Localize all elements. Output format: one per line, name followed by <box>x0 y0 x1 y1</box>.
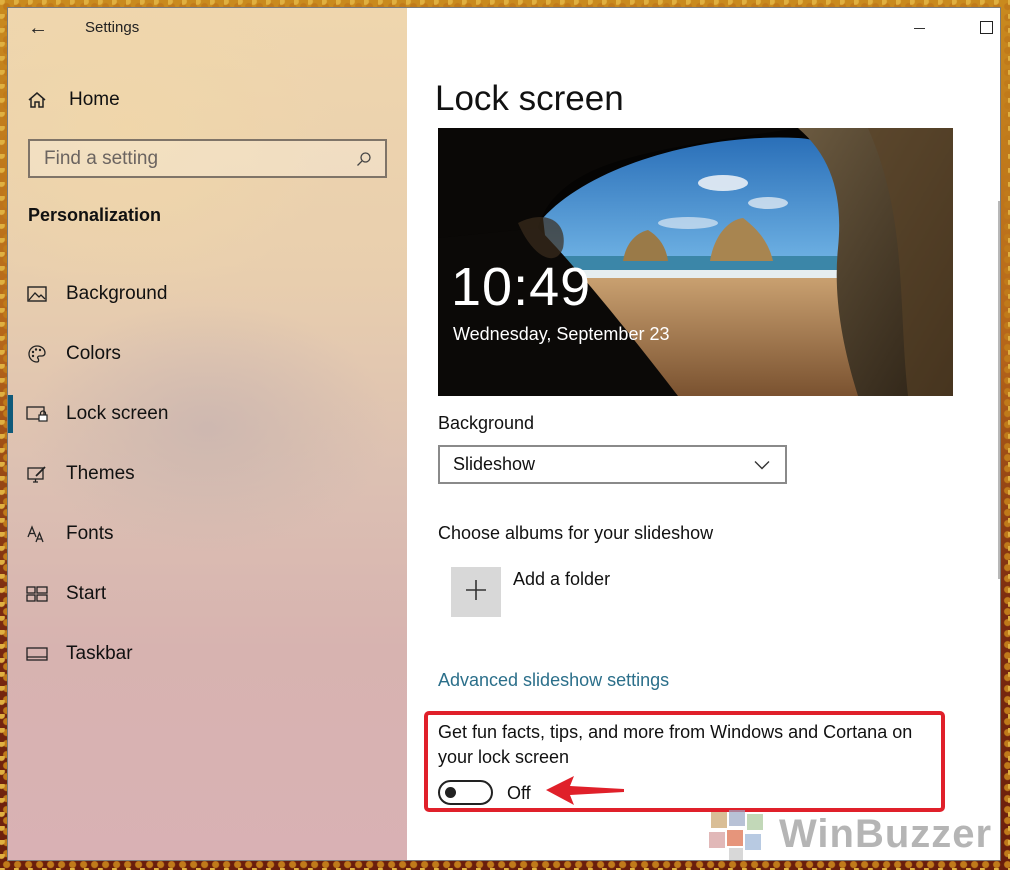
home-label: Home <box>69 89 120 110</box>
home-nav-item[interactable]: Home <box>26 86 120 114</box>
main-content: Lock screen 10:49 Wednesday, September 2… <box>407 8 1000 860</box>
sidebar-item-background[interactable]: Background <box>8 264 407 324</box>
watermark-text: WinBuzzer <box>779 811 993 856</box>
tips-toggle-label: Off <box>507 783 531 803</box>
add-folder-button[interactable]: Add a folder <box>451 567 610 617</box>
background-dropdown-value: Slideshow <box>453 454 536 474</box>
sidebar-item-fonts[interactable]: Fonts <box>8 504 407 564</box>
winbuzzer-logo-icon <box>709 810 763 860</box>
sidebar-item-label: Start <box>66 583 107 604</box>
sidebar-item-label: Lock screen <box>66 403 169 424</box>
toggle-knob <box>445 787 456 798</box>
palette-icon <box>26 343 48 365</box>
add-folder-label: Add a folder <box>513 569 611 589</box>
back-arrow-icon[interactable]: ← <box>26 16 50 40</box>
sidebar-item-label: Colors <box>66 343 121 364</box>
settings-window: ← Settings Home Personalization Backgrou… <box>7 7 1001 861</box>
scrollbar[interactable] <box>998 201 1000 579</box>
lock-screen-icon <box>26 403 48 425</box>
sidebar-item-lock-screen[interactable]: Lock screen <box>8 384 407 444</box>
background-label: Background <box>438 413 535 433</box>
preview-time: 10:49 <box>451 257 592 317</box>
taskbar-icon <box>26 643 48 665</box>
sidebar-item-label: Themes <box>66 463 135 484</box>
sidebar-item-label: Background <box>66 283 168 304</box>
preview-date: Wednesday, September 23 <box>453 324 670 344</box>
lock-screen-preview: 10:49 Wednesday, September 23 <box>438 128 953 396</box>
sidebar: ← Settings Home Personalization Backgrou… <box>8 8 407 860</box>
start-icon <box>26 583 48 605</box>
search-input[interactable] <box>44 147 344 170</box>
add-folder-tile[interactable] <box>451 567 501 617</box>
background-dropdown[interactable]: Slideshow <box>438 445 787 484</box>
sidebar-item-label: Taskbar <box>66 643 133 664</box>
sidebar-nav: Background Colors Lock screen Themes Fon… <box>8 264 407 684</box>
search-icon[interactable] <box>353 148 375 170</box>
sidebar-item-label: Fonts <box>66 523 114 544</box>
search-box[interactable] <box>28 139 387 178</box>
tips-setting-text: Get fun facts, tips, and more from Windo… <box>438 722 913 767</box>
sidebar-item-colors[interactable]: Colors <box>8 324 407 384</box>
advanced-slideshow-settings-link[interactable]: Advanced slideshow settings <box>438 670 669 691</box>
window-title: Settings <box>85 19 140 36</box>
chevron-down-icon <box>751 454 773 476</box>
page-title: Lock screen <box>435 79 624 118</box>
maximize-button[interactable] <box>980 21 993 34</box>
albums-label: Choose albums for your slideshow <box>438 523 714 543</box>
fonts-icon <box>26 523 48 545</box>
tips-toggle[interactable] <box>438 780 493 805</box>
sidebar-item-taskbar[interactable]: Taskbar <box>8 624 407 684</box>
sidebar-item-themes[interactable]: Themes <box>8 444 407 504</box>
red-arrow-icon <box>546 776 624 805</box>
image-icon <box>26 283 48 305</box>
plus-icon <box>465 579 487 606</box>
themes-icon <box>26 463 48 485</box>
sidebar-item-start[interactable]: Start <box>8 564 407 624</box>
minimize-button[interactable] <box>914 28 925 29</box>
home-icon <box>26 89 48 111</box>
section-title: Personalization <box>28 205 162 225</box>
watermark: WinBuzzer <box>705 808 992 860</box>
